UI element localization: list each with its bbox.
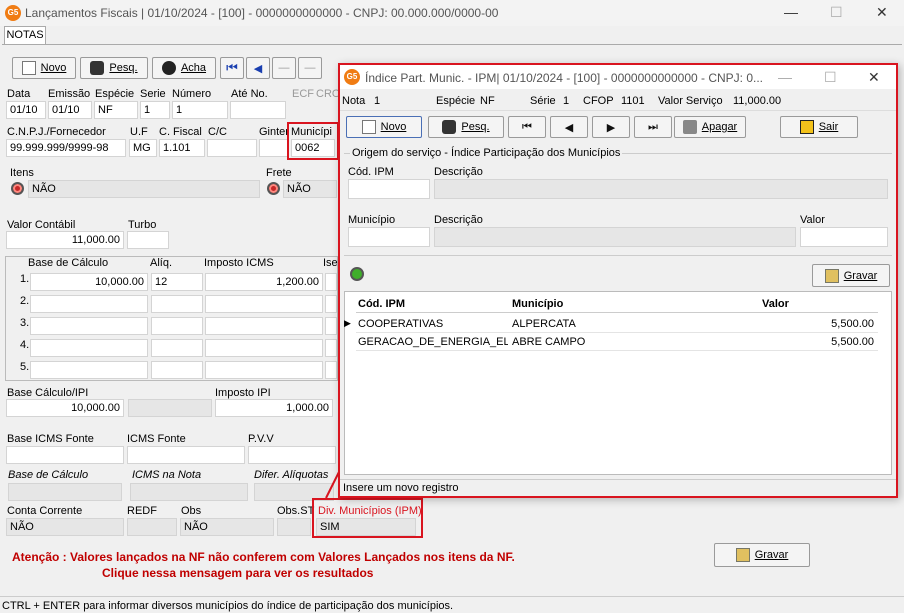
cod-ipm-field[interactable] [348, 179, 430, 199]
dialog-gravar-label: Gravar [843, 269, 878, 282]
last-record-icon: ⏭ [648, 120, 658, 133]
grid-cell-cod: COOPERATIVAS [358, 318, 444, 330]
descricao-label: Descrição [434, 166, 483, 178]
dialog-info-row: Nota 1 Espécie NF Série 1 CFOP 1101 Valo… [340, 91, 896, 111]
dialog-last-button[interactable]: ⏭ [634, 116, 672, 138]
dialog-maximize-icon[interactable]: ☐ [824, 69, 837, 86]
municipio-label: Município [348, 214, 396, 226]
status-indicator-icon [350, 267, 364, 281]
dialog-apagar-label: Apagar [701, 121, 738, 133]
descricao2-field [434, 227, 796, 247]
grid-header: Cód. IPM Município Valor [356, 294, 878, 313]
dialog-close-icon[interactable]: ✕ [868, 69, 880, 86]
valor-label: Valor [800, 214, 825, 226]
first-record-icon: ⏮ [522, 120, 532, 133]
especie-value: NF [480, 95, 495, 107]
dialog-prev-button[interactable]: ◀ [550, 116, 588, 138]
cfop-value: 1101 [621, 95, 645, 107]
dialog-novo-button[interactable]: Novo [346, 116, 422, 138]
dialog-apagar-button[interactable]: Apagar [674, 116, 746, 138]
dialog-status-text: Insere um novo registro [343, 482, 459, 494]
dialog-status-divider [340, 479, 896, 480]
dialog-title: Índice Part. Munic. - IPM| 01/10/2024 - … [365, 71, 764, 85]
prev-record-icon: ◀ [564, 121, 574, 134]
grid-header-valor: Valor [762, 298, 789, 310]
dialog-pesq-button[interactable]: Pesq. [428, 116, 504, 138]
grid-row[interactable]: GERACAO_DE_ENERGIA_ELE ABRE CAMPO 5,500.00 [356, 333, 878, 351]
grid-cell-municipio: ABRE CAMPO [512, 336, 586, 348]
grid-header-municipio: Município [512, 298, 564, 310]
grid-cell-cod: GERACAO_DE_ENERGIA_ELE [358, 336, 508, 348]
search-binoculars-icon [442, 120, 457, 134]
serie-label: Série [530, 95, 556, 107]
dialog-next-button[interactable]: ▶ [592, 116, 630, 138]
grid-cell-valor: 5,500.00 [831, 318, 874, 330]
descricao-field [434, 179, 888, 199]
exit-door-icon [799, 120, 814, 134]
dialog-pesq-label: Pesq. [461, 121, 490, 133]
especie-label: Espécie [436, 95, 476, 107]
grid-cell-valor: 5,500.00 [831, 336, 874, 348]
row-indicator-icon: ▶ [344, 318, 351, 328]
group-divider-2 [344, 255, 892, 256]
valor-servico-label: Valor Serviço [658, 95, 723, 107]
save-icon [824, 268, 839, 283]
nota-label: Nota [342, 95, 366, 107]
dialog-novo-label: Novo [380, 121, 407, 133]
grid-header-cod: Cód. IPM [358, 298, 406, 310]
cod-ipm-label: Cód. IPM [348, 166, 394, 178]
dialog-first-button[interactable]: ⏮ [508, 116, 546, 138]
grid-cell-municipio: ALPERCATA [512, 318, 576, 330]
dialog-gravar-button[interactable]: Gravar [812, 264, 890, 287]
nota-value: 1 [374, 95, 381, 107]
grid-row[interactable]: ▶ COOPERATIVAS ALPERCATA 5,500.00 [344, 315, 878, 333]
dialog-app-icon: G5 [344, 69, 360, 85]
group-title: Origem do serviço - Índice Participação … [350, 147, 623, 159]
municipio-field[interactable] [348, 227, 430, 247]
trash-icon [682, 120, 697, 134]
dialog-sair-label: Sair [818, 121, 839, 133]
dialog-minimize-icon[interactable]: — [778, 69, 792, 85]
valor-servico-value: 11,000.00 [733, 95, 782, 107]
next-record-icon: ▶ [606, 121, 616, 134]
dialog-sair-button[interactable]: Sair [780, 116, 858, 138]
new-document-icon [361, 120, 376, 134]
cfop-label: CFOP [583, 95, 614, 107]
ipm-dialog: G5 Índice Part. Munic. - IPM| 01/10/2024… [338, 63, 898, 498]
dialog-titlebar: G5 Índice Part. Munic. - IPM| 01/10/2024… [340, 65, 896, 89]
descricao2-label: Descrição [434, 214, 483, 226]
valor-field[interactable] [800, 227, 888, 247]
serie-value: 1 [563, 95, 570, 107]
